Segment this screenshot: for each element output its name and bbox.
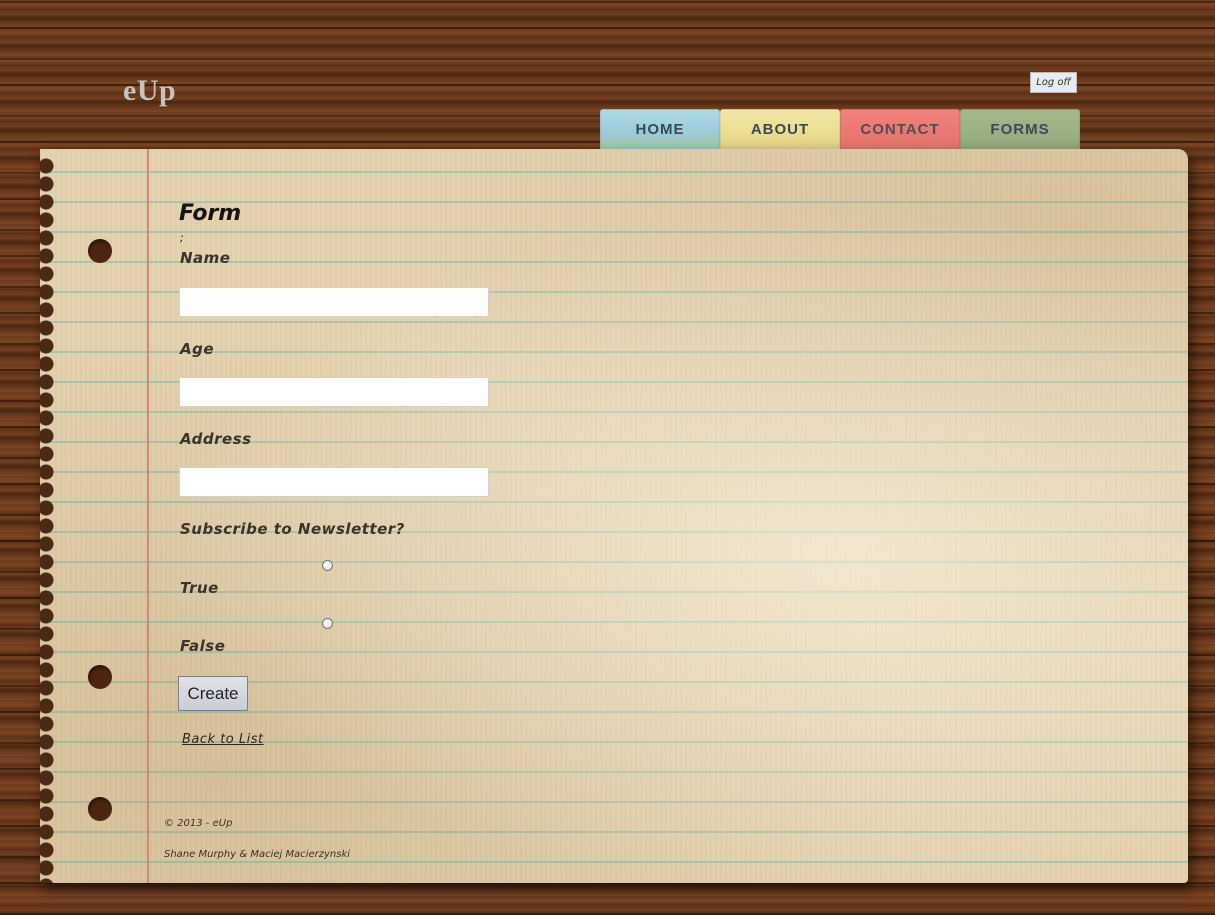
page-title: Form bbox=[179, 201, 242, 226]
spiral-binding bbox=[40, 157, 58, 883]
subscribe-label: Subscribe to Newsletter? bbox=[180, 520, 405, 538]
nav-tab-about[interactable]: ABOUT bbox=[720, 109, 840, 149]
notebook-paper: Form ; Name Age Address Subscribe to New… bbox=[40, 149, 1188, 883]
authors-text: Shane Murphy & Maciej Macierzynski bbox=[164, 849, 351, 860]
true-label: True bbox=[180, 579, 219, 597]
nav-tab-contact[interactable]: CONTACT bbox=[840, 109, 960, 149]
address-label: Address bbox=[180, 430, 252, 448]
nav-tab-forms[interactable]: FORMS bbox=[960, 109, 1080, 149]
margin-line bbox=[147, 149, 149, 883]
age-input[interactable] bbox=[179, 377, 489, 407]
punch-hole bbox=[88, 797, 112, 821]
punch-hole bbox=[88, 239, 112, 263]
punch-hole bbox=[88, 665, 112, 689]
name-label: Name bbox=[180, 249, 231, 267]
back-to-list-link[interactable]: Back to List bbox=[182, 732, 264, 747]
log-off-button[interactable]: Log off bbox=[1030, 72, 1077, 93]
nav-tab-home[interactable]: HOME bbox=[600, 109, 720, 149]
address-input[interactable] bbox=[179, 467, 489, 497]
main-nav: HOME ABOUT CONTACT FORMS bbox=[600, 109, 1080, 149]
site-logo[interactable]: eUp bbox=[123, 74, 176, 108]
false-label: False bbox=[180, 637, 226, 655]
stray-text: ; bbox=[180, 231, 184, 244]
true-radio[interactable] bbox=[322, 560, 333, 571]
copyright-text: © 2013 - eUp bbox=[164, 818, 233, 829]
name-input[interactable] bbox=[179, 287, 489, 317]
create-button[interactable]: Create bbox=[178, 676, 248, 711]
false-radio[interactable] bbox=[322, 618, 333, 629]
age-label: Age bbox=[180, 340, 215, 358]
